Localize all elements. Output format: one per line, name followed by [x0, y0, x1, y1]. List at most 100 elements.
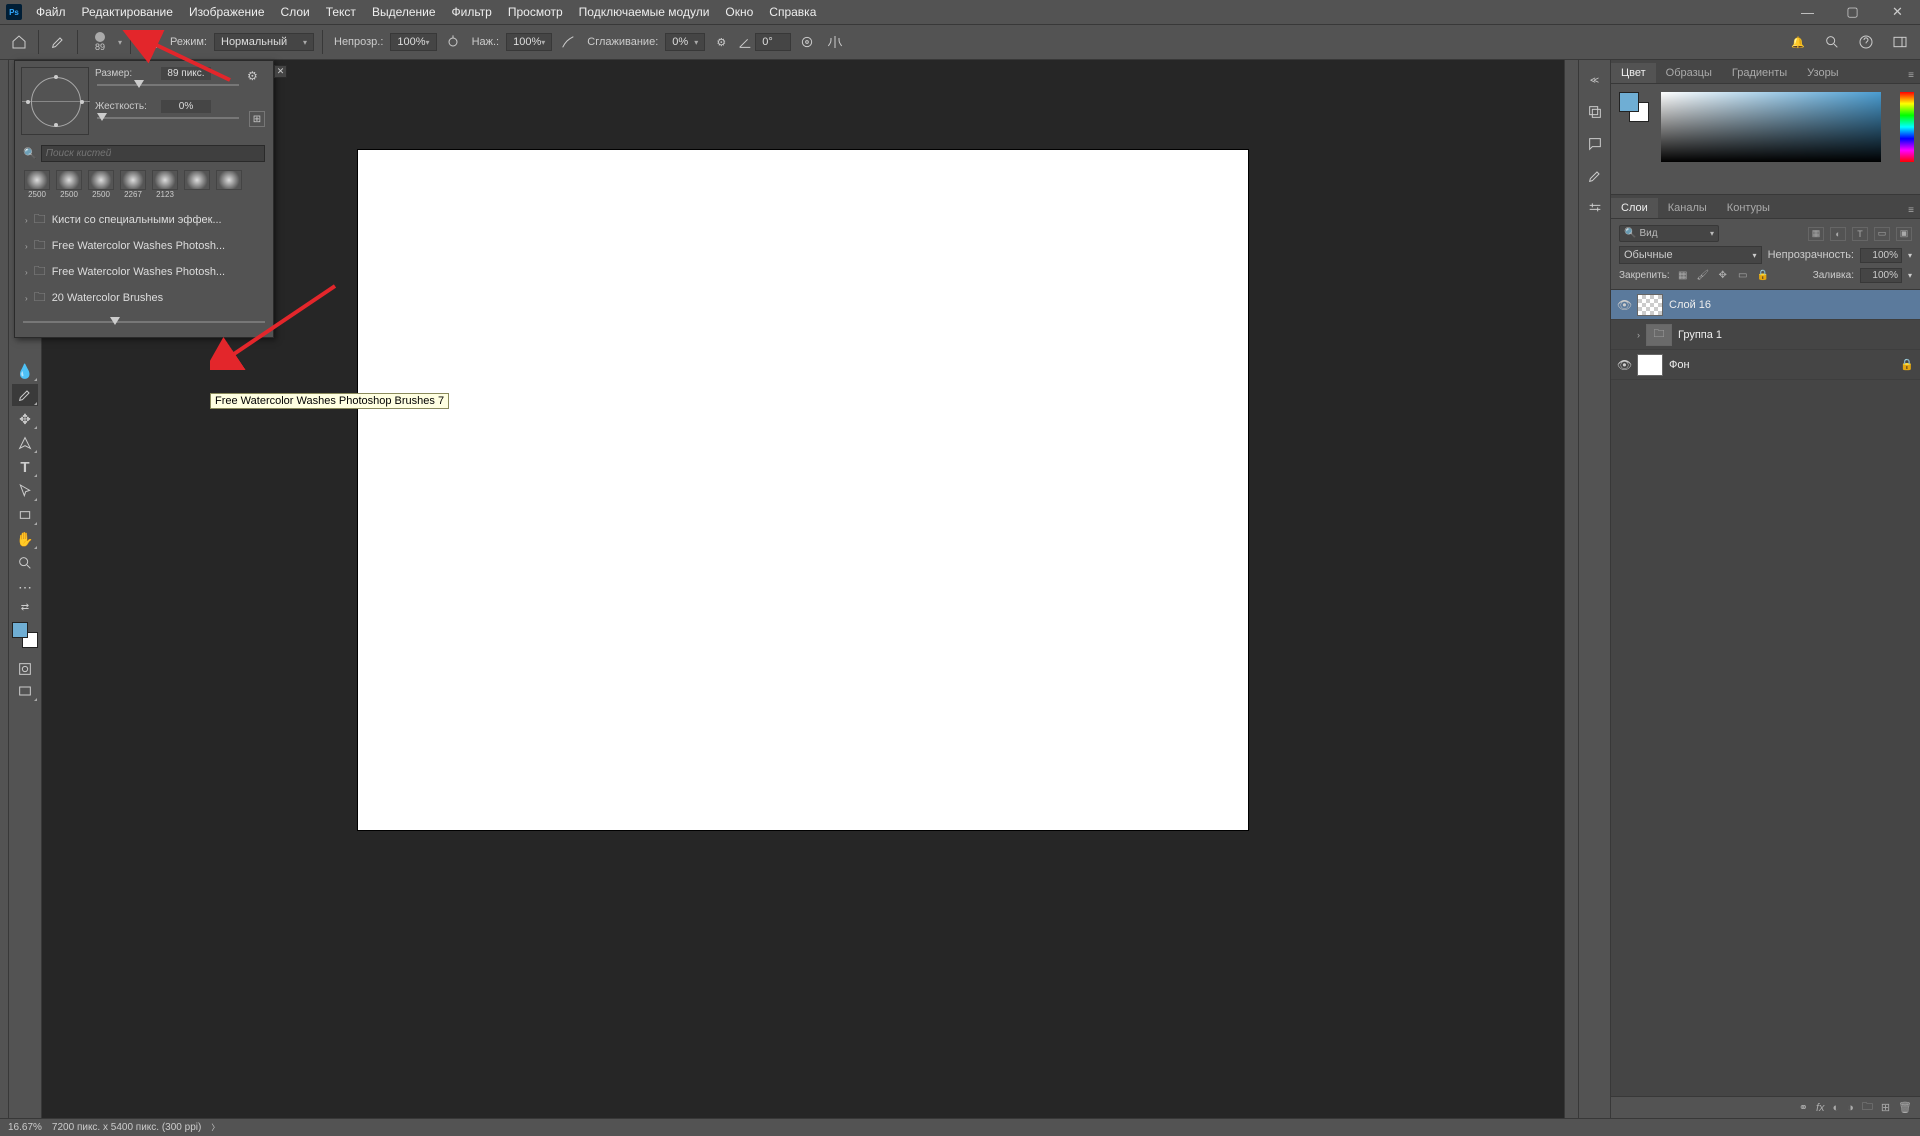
brush-folder[interactable]: ›🗀Free Watercolor Washes Photosh... [19, 233, 269, 259]
hardness-value[interactable]: 0% [161, 100, 211, 113]
lock-icon[interactable]: 🔒 [1900, 358, 1914, 371]
hand-tool[interactable]: ✋ [12, 528, 38, 550]
angle-input[interactable]: 0° [755, 33, 791, 51]
brush-folder[interactable]: ›🗀Кисти со специальными эффек... [19, 207, 269, 233]
brush-folder[interactable]: ›🗀20 Watercolor Brushes [19, 285, 269, 311]
fill-value[interactable]: 100% [1860, 268, 1902, 283]
delete-layer-icon[interactable]: 🗑 [1898, 1101, 1912, 1114]
visibility-toggle[interactable]: 👁 [1617, 298, 1631, 312]
adjustments-panel-icon[interactable] [1585, 198, 1605, 218]
color-tab-Градиенты[interactable]: Градиенты [1722, 63, 1797, 83]
history-panel-icon[interactable] [1585, 102, 1605, 122]
layer-fx-icon[interactable]: fx [1816, 1102, 1825, 1114]
popover-close-button[interactable]: ✕ [274, 65, 287, 78]
edit-toolbar[interactable]: ⋯ [12, 576, 38, 598]
opacity-combo[interactable]: 100%▾ [390, 33, 436, 51]
new-brush-preset-icon[interactable]: ⊞ [249, 111, 265, 127]
lock-trans-icon[interactable]: ▦ [1676, 269, 1690, 283]
smoothing-options-icon[interactable]: ⚙ [709, 30, 733, 54]
quick-mask-tool[interactable] [12, 658, 38, 680]
brush-tool-icon[interactable] [47, 31, 69, 53]
color-foreground-background[interactable] [1619, 92, 1649, 122]
brush-settings-gear-icon[interactable]: ⚙ [247, 69, 263, 85]
home-button[interactable] [8, 31, 30, 53]
properties-panel-icon[interactable] [1585, 166, 1605, 186]
menu-Просмотр[interactable]: Просмотр [500, 1, 571, 23]
airbrush-icon[interactable] [556, 30, 580, 54]
menu-Изображение[interactable]: Изображение [181, 1, 273, 23]
layer-row[interactable]: 👁 Фон 🔒 [1611, 350, 1920, 380]
brush-preset[interactable]: 2123 [151, 170, 179, 199]
menu-Слои[interactable]: Слои [273, 1, 318, 23]
layer-name[interactable]: Фон [1669, 359, 1690, 371]
layer-filter-kind[interactable]: 🔍 Вид▾ [1619, 225, 1719, 242]
help-icon[interactable] [1854, 30, 1878, 54]
canvas[interactable] [358, 150, 1248, 830]
layers-panel-menu[interactable]: ≡ [1902, 203, 1920, 218]
screen-mode-tool[interactable] [12, 680, 38, 702]
search-icon[interactable] [1820, 30, 1844, 54]
layers-tab-Каналы[interactable]: Каналы [1658, 198, 1717, 218]
menu-Подключаемые модули[interactable]: Подключаемые модули [571, 1, 718, 23]
color-tab-Цвет[interactable]: Цвет [1611, 63, 1656, 83]
menu-Справка[interactable]: Справка [761, 1, 824, 23]
notifications-icon[interactable]: 🔔 [1786, 30, 1810, 54]
layer-name[interactable]: Слой 16 [1669, 299, 1711, 311]
color-swatches[interactable] [12, 622, 38, 648]
workspace-icon[interactable] [1888, 30, 1912, 54]
menu-Фильтр[interactable]: Фильтр [444, 1, 500, 23]
menu-Файл[interactable]: Файл [28, 1, 74, 23]
layer-name[interactable]: Группа 1 [1678, 329, 1722, 341]
layer-row[interactable]: 👁 Слой 16 [1611, 290, 1920, 320]
layers-tab-Контуры[interactable]: Контуры [1717, 198, 1780, 218]
doc-info[interactable]: 7200 пикс. x 5400 пикс. (300 ppi) [52, 1122, 201, 1133]
filter-type-icon[interactable]: T [1852, 227, 1868, 241]
filter-pixel-icon[interactable]: ▦ [1808, 227, 1824, 241]
layer-opacity-value[interactable]: 100% [1860, 248, 1902, 263]
brush-preset[interactable]: 2267 [119, 170, 147, 199]
clone-stamp-tool[interactable]: ✥ [12, 408, 38, 430]
size-value[interactable]: 89 пикс. [161, 67, 211, 80]
layers-tab-Слои[interactable]: Слои [1611, 198, 1658, 218]
flow-combo[interactable]: 100%▾ [506, 33, 552, 51]
lock-all-icon[interactable]: 🔒 [1756, 269, 1770, 283]
menu-Окно[interactable]: Окно [717, 1, 761, 23]
layer-mask-icon[interactable]: ◐ [1833, 1102, 1840, 1114]
visibility-toggle[interactable]: 👁 [1617, 358, 1631, 372]
layer-blend-mode[interactable]: Обычные▾ [1619, 246, 1762, 264]
hardness-slider[interactable] [97, 115, 239, 127]
color-panel-menu[interactable]: ≡ [1902, 68, 1920, 83]
type-tool[interactable]: T [12, 456, 38, 478]
layer-row[interactable]: ›🗀Группа 1 [1611, 320, 1920, 350]
menu-Выделение[interactable]: Выделение [364, 1, 444, 23]
lock-pos-icon[interactable]: ✥ [1716, 269, 1730, 283]
new-layer-icon[interactable]: ⊞ [1881, 1101, 1890, 1114]
brush-preset[interactable]: 2500 [55, 170, 83, 199]
maximize-button[interactable]: ▢ [1830, 0, 1875, 24]
size-slider[interactable] [97, 82, 239, 94]
close-button[interactable]: ✕ [1875, 0, 1920, 24]
path-select-tool[interactable] [12, 480, 38, 502]
filter-adjust-icon[interactable]: ◐ [1830, 227, 1846, 241]
collapse-arrow-icon[interactable]: ≪ [1585, 70, 1605, 90]
blend-mode-combo[interactable]: Нормальный▾ [214, 33, 314, 51]
smoothing-combo[interactable]: 0%▾ [665, 33, 705, 51]
menu-Редактирование[interactable]: Редактирование [74, 1, 181, 23]
brush-preset-picker[interactable]: 89 [86, 32, 114, 52]
new-fill-layer-icon[interactable]: ◑ [1847, 1102, 1854, 1114]
brush-preset[interactable] [215, 170, 243, 199]
brush-preset[interactable]: 2500 [87, 170, 115, 199]
filter-smart-icon[interactable]: ▣ [1896, 227, 1912, 241]
lock-paint-icon[interactable]: 🖌 [1696, 269, 1710, 283]
lock-artboard-icon[interactable]: ▭ [1736, 269, 1750, 283]
brush-tool[interactable] [12, 384, 38, 406]
color-tab-Образцы[interactable]: Образцы [1656, 63, 1722, 83]
brush-panel-toggle[interactable] [139, 30, 163, 54]
color-tab-Узоры[interactable]: Узоры [1797, 63, 1848, 83]
color-field[interactable] [1661, 92, 1881, 162]
eyedropper-tool[interactable]: 💧 [12, 360, 38, 382]
brush-tip-preview[interactable] [21, 67, 89, 135]
menu-Текст[interactable]: Текст [318, 1, 364, 23]
brush-folder[interactable]: ›🗀Free Watercolor Washes Photosh... [19, 259, 269, 285]
rectangle-tool[interactable] [12, 504, 38, 526]
